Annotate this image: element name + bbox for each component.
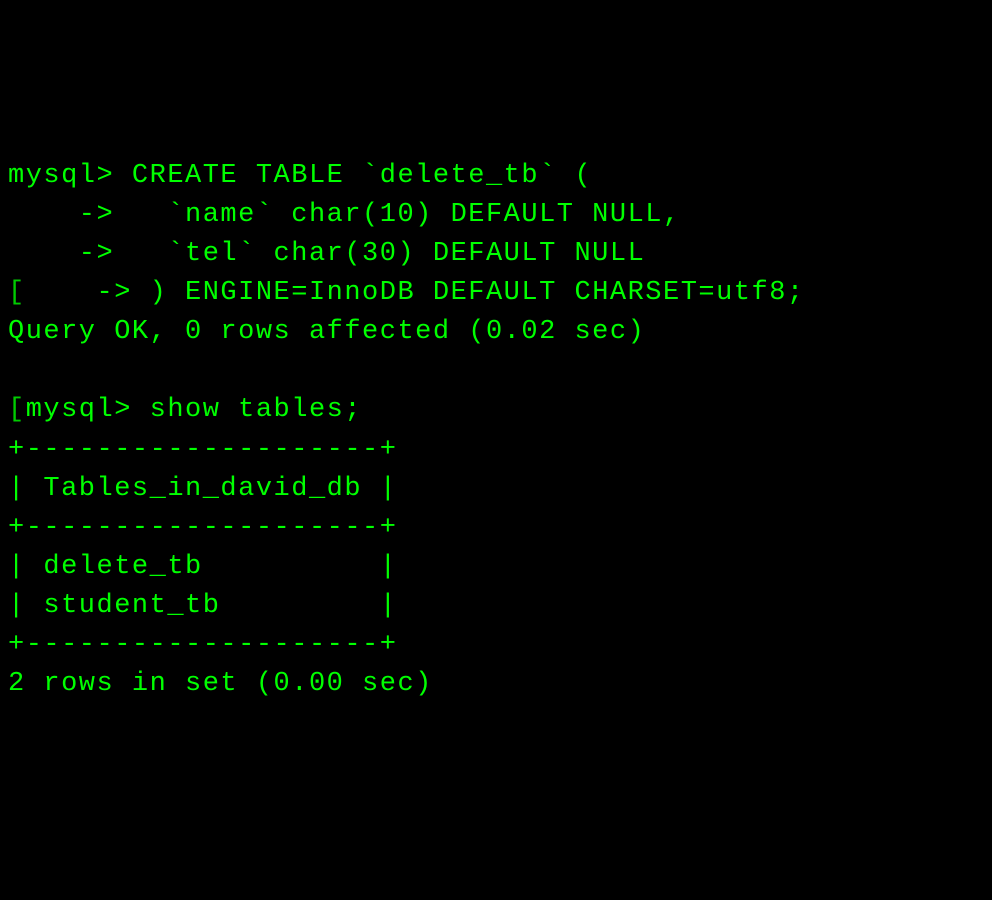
terminal-line: | delete_tb | (8, 552, 397, 582)
bracket-char: [ (8, 395, 26, 425)
terminal-line: -> ) ENGINE=InnoDB DEFAULT CHARSET=utf8; (26, 278, 805, 308)
terminal-output: mysql> CREATE TABLE `delete_tb` ( -> `na… (8, 157, 984, 705)
terminal-line: mysql> CREATE TABLE `delete_tb` ( (8, 161, 592, 191)
terminal-line: Query OK, 0 rows affected (0.02 sec) (8, 317, 645, 347)
terminal-line: +--------------------+ (8, 513, 397, 543)
terminal-line: -> `name` char(10) DEFAULT NULL, (8, 200, 681, 230)
terminal-line: +--------------------+ (8, 630, 397, 660)
bracket-char: [ (8, 278, 26, 308)
terminal-line: mysql> show tables; (26, 395, 362, 425)
terminal-line: | student_tb | (8, 591, 397, 621)
terminal-line: +--------------------+ (8, 435, 397, 465)
terminal-line: | Tables_in_david_db | (8, 474, 397, 504)
terminal-line: 2 rows in set (0.00 sec) (8, 669, 433, 699)
terminal-line: -> `tel` char(30) DEFAULT NULL (8, 239, 645, 269)
